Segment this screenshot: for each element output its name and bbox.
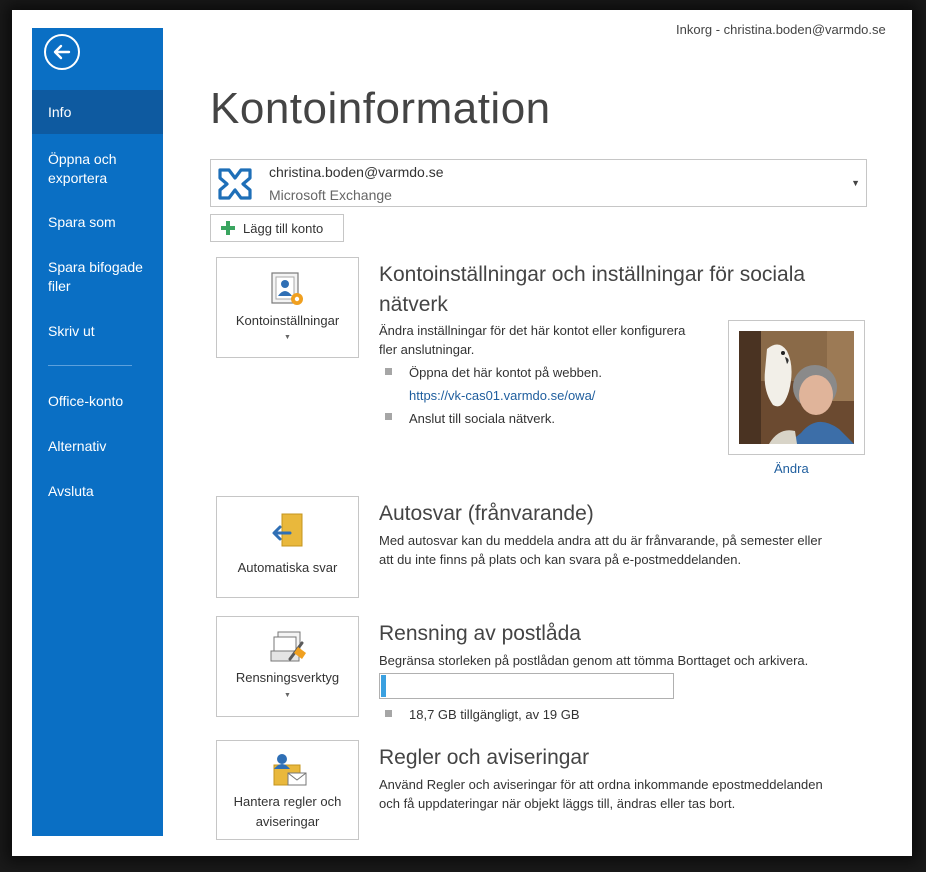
account-settings-desc-line2: fler anslutningar. (379, 342, 475, 357)
sidebar-item-open-export[interactable]: Öppna och exportera (32, 150, 142, 188)
add-account-label: Lägg till konto (243, 221, 324, 236)
open-on-web-text: Öppna det här kontot på webben. (409, 365, 602, 380)
caret-down-icon: ▼ (284, 334, 291, 341)
rules-title: Regler och aviseringar (379, 746, 590, 769)
account-settings-title-line2: nätverk (379, 293, 448, 316)
bullet-square-icon (385, 413, 392, 420)
auto-reply-desc-line2: att du inte finns på plats och kan svara… (379, 552, 742, 567)
sidebar-divider (48, 365, 132, 366)
rules-alerts-icon (273, 754, 306, 786)
account-email: christina.boden@varmdo.se (269, 164, 444, 180)
window-title: Inkorg - christina.boden@varmdo.se (676, 22, 886, 37)
sidebar-item-info[interactable]: Info (32, 90, 163, 134)
account-settings-title-line1: Kontoinställningar och inställningar för… (379, 263, 806, 286)
sidebar-item-options[interactable]: Alternativ (32, 437, 163, 456)
manage-rules-label-line1: Hantera regler och (233, 794, 342, 809)
rules-desc-line1: Använd Regler och aviseringar för att or… (379, 777, 823, 792)
cleanup-tools-button[interactable]: Rensningsverktyg ▼ (216, 616, 359, 717)
page-title: Kontoinformation (210, 84, 551, 133)
account-settings-button[interactable]: Kontoinställningar ▼ (216, 257, 359, 358)
automatic-replies-label: Automatiska svar (237, 560, 338, 575)
auto-reply-title: Autosvar (frånvarande) (379, 502, 594, 525)
mailbox-quota-fill (381, 675, 386, 697)
automatic-replies-icon (272, 513, 302, 547)
profile-photo-frame (728, 320, 865, 455)
cleanup-title: Rensning av postlåda (379, 622, 581, 645)
sidebar-item-save-as[interactable]: Spara som (32, 213, 163, 232)
sidebar-item-exit[interactable]: Avsluta (32, 482, 163, 501)
account-settings-icon (270, 272, 303, 305)
connect-social-link[interactable]: Anslut till sociala nätverk. (409, 409, 555, 428)
bullet-square-icon (385, 368, 392, 375)
rules-desc-line2: och få uppdateringar när objekt läggs ti… (379, 796, 736, 811)
bullet-square-icon (385, 710, 392, 717)
sidebar-item-print[interactable]: Skriv ut (32, 322, 163, 341)
account-type: Microsoft Exchange (269, 187, 392, 203)
manage-rules-label-line2: aviseringar (255, 814, 320, 829)
mailbox-quota-bar (379, 673, 674, 699)
add-account-button[interactable]: Lägg till konto (210, 214, 344, 242)
back-arrow-icon (53, 44, 71, 60)
sidebar-item-office-account[interactable]: Office-konto (32, 392, 163, 411)
account-selector[interactable]: christina.boden@varmdo.se Microsoft Exch… (210, 159, 867, 207)
change-photo-link[interactable]: Ändra (774, 461, 809, 476)
cleanup-desc: Begränsa storleken på postlådan genom at… (379, 653, 809, 668)
account-settings-desc-line1: Ändra inställningar för det här kontot e… (379, 323, 686, 338)
cleanup-tools-label: Rensningsverktyg (235, 670, 340, 685)
caret-down-icon: ▼ (284, 692, 291, 699)
manage-rules-button[interactable]: Hantera regler och aviseringar (216, 740, 359, 840)
profile-photo (739, 331, 854, 444)
auto-reply-desc-line1: Med autosvar kan du meddela andra att du… (379, 533, 822, 548)
plus-icon (221, 221, 235, 235)
automatic-replies-button[interactable]: Automatiska svar (216, 496, 359, 598)
exchange-icon (218, 168, 252, 200)
quota-text: 18,7 GB tillgängligt, av 19 GB (409, 707, 580, 722)
chevron-down-icon[interactable]: ▼ (851, 178, 860, 188)
account-settings-label: Kontoinställningar (235, 313, 340, 328)
back-button[interactable] (44, 34, 80, 70)
outlook-backstage-window: Info Öppna och exportera Spara som Spara… (12, 10, 912, 856)
cleanup-tools-icon (270, 631, 306, 662)
owa-link[interactable]: https://vk-cas01.varmdo.se/owa/ (409, 386, 595, 405)
sidebar-item-save-attachments[interactable]: Spara bifogade filer (32, 258, 152, 296)
backstage-sidebar: Info Öppna och exportera Spara som Spara… (32, 28, 163, 836)
